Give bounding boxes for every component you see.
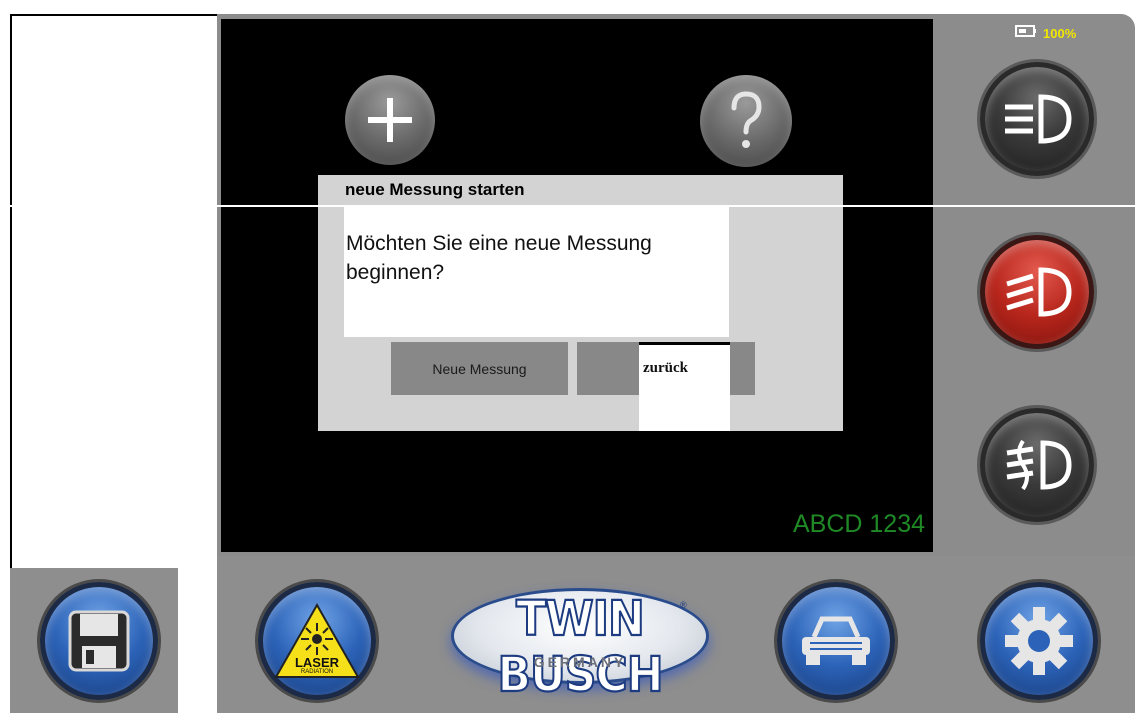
low-beam-button[interactable] — [980, 62, 1094, 176]
help-icon — [716, 86, 776, 156]
high-beam-button[interactable] — [980, 235, 1094, 349]
battery-indicator: 100% — [1015, 24, 1076, 42]
help-button[interactable] — [700, 75, 792, 167]
laser-button[interactable]: LASER RADIATION — [258, 582, 376, 700]
dialog-message: Möchten Sie eine neue Messung beginnen? — [346, 232, 652, 284]
laser-icon: LASER RADIATION — [272, 601, 362, 681]
low-beam-icon — [997, 89, 1077, 149]
license-plate: ABCD 1234 — [793, 510, 926, 538]
outline-left — [10, 14, 12, 568]
save-button[interactable] — [40, 582, 158, 700]
battery-icon — [1015, 24, 1037, 42]
dialog-title: neue Messung starten — [345, 180, 525, 199]
plus-icon — [360, 90, 420, 150]
settings-icon — [1001, 603, 1077, 679]
logo-main-text: TWIN BUSCH — [496, 590, 664, 704]
fog-light-icon — [997, 435, 1077, 495]
laser-label: LASER — [294, 655, 340, 670]
vehicle-button[interactable] — [777, 582, 895, 700]
fog-light-button[interactable] — [980, 408, 1094, 522]
battery-level: 100% — [1043, 25, 1077, 41]
car-icon — [796, 611, 876, 671]
back-button-label: zurück — [643, 360, 688, 376]
outline-top — [10, 14, 217, 16]
save-icon — [64, 606, 134, 676]
new-measurement-button[interactable]: Neue Messung — [391, 342, 568, 395]
laser-sublabel: RADIATION — [300, 669, 334, 675]
settings-button[interactable] — [980, 582, 1098, 700]
plus-button[interactable] — [345, 75, 435, 165]
logo-sub-text: GERMANY — [533, 654, 627, 670]
back-button-label-box — [639, 342, 730, 431]
divider-line — [0, 205, 1135, 207]
high-beam-icon — [997, 262, 1077, 322]
logo-registered: ® — [680, 600, 687, 610]
